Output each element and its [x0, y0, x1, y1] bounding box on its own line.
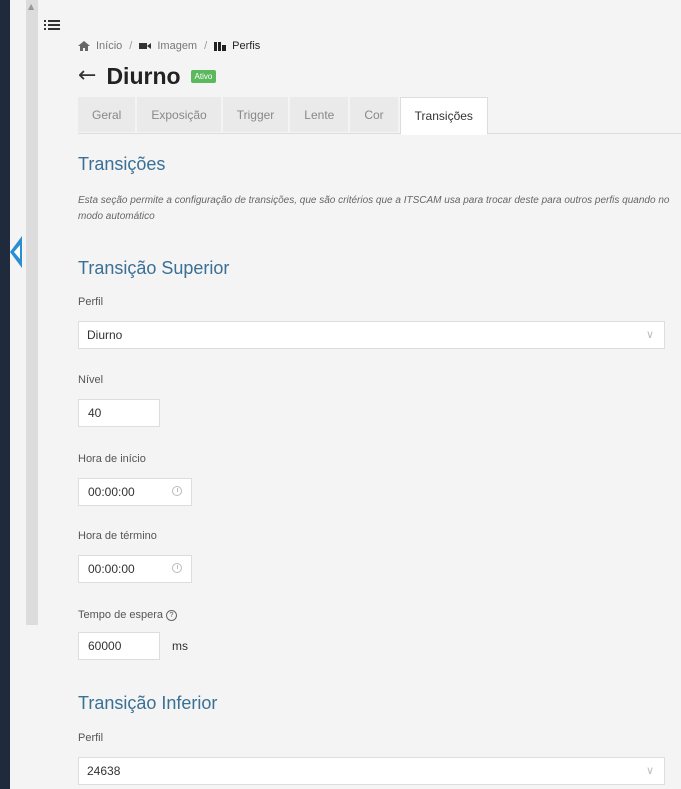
scrollbar[interactable]: ▲	[26, 0, 38, 625]
upper-start-input[interactable]: 00:00:00	[78, 478, 192, 506]
lower-profile-select[interactable]: 24638 ∨	[78, 757, 665, 785]
chevron-down-icon: ∨	[645, 765, 654, 777]
tab-lente[interactable]: Lente	[290, 97, 349, 132]
upper-wait-unit: ms	[172, 639, 188, 653]
lower-profile-value: 24638	[87, 764, 121, 778]
upper-wait-label-row: Tempo de espera?	[78, 609, 177, 621]
help-icon[interactable]: ?	[166, 609, 177, 621]
back-arrow-icon[interactable]: ←	[78, 62, 96, 90]
profiles-icon	[214, 42, 227, 51]
title-row: ← Diurno Ativo	[78, 62, 217, 90]
upper-start-value: 00:00:00	[88, 485, 135, 499]
upper-end-input[interactable]: 00:00:00	[78, 555, 192, 583]
clock-icon[interactable]	[172, 563, 182, 573]
sidebar-collapsed	[0, 0, 10, 789]
tab-geral[interactable]: Geral	[78, 97, 136, 132]
section-title: Transições	[78, 154, 166, 174]
breadcrumb-separator: /	[129, 40, 133, 52]
status-badge: Ativo	[190, 69, 217, 83]
breadcrumb-current: Perfis	[232, 40, 261, 52]
upper-level-input[interactable]: 40	[78, 399, 160, 427]
upper-profile-label: Perfil	[78, 296, 104, 308]
page-title: Diurno	[106, 62, 181, 89]
tab-cor[interactable]: Cor	[350, 97, 398, 132]
clock-icon[interactable]	[172, 486, 182, 496]
breadcrumb-home[interactable]: Início	[96, 40, 122, 52]
upper-wait-label: Tempo de espera	[78, 609, 163, 621]
tab-exposicao[interactable]: Exposição	[137, 97, 221, 132]
breadcrumb-image[interactable]: Imagem	[157, 40, 197, 52]
section-description: Esta seção permite a configuração de tra…	[78, 195, 670, 222]
home-icon	[78, 41, 90, 51]
upper-profile-select[interactable]: Diurno ∨	[78, 321, 665, 349]
breadcrumb-separator: /	[204, 40, 208, 52]
collapse-arrow-icon[interactable]	[10, 236, 22, 268]
chevron-down-icon: ∨	[645, 329, 654, 341]
upper-transition-title: Transição Superior	[78, 258, 230, 278]
upper-profile-value: Diurno	[87, 328, 123, 342]
upper-end-value: 00:00:00	[88, 562, 135, 576]
scroll-up-icon[interactable]: ▲	[28, 2, 34, 11]
tab-bar: Geral Exposição Trigger Lente Cor Transi…	[78, 97, 681, 135]
lower-transition-title: Transição Inferior	[78, 693, 218, 713]
upper-start-label: Hora de início	[78, 453, 146, 465]
tab-transicoes[interactable]: Transições	[399, 97, 488, 135]
lower-profile-label: Perfil	[78, 732, 104, 744]
tab-trigger[interactable]: Trigger	[222, 97, 289, 132]
upper-level-label: Nível	[78, 374, 104, 386]
camera-icon	[139, 43, 152, 49]
upper-end-label: Hora de término	[78, 530, 157, 542]
upper-wait-input[interactable]: 60000	[78, 632, 160, 660]
menu-icon[interactable]	[44, 20, 60, 32]
breadcrumb: Início / Imagem / Perfis	[78, 40, 260, 52]
main-content: Início / Imagem / Perfis ← Diurno Ativo …	[68, 0, 681, 789]
